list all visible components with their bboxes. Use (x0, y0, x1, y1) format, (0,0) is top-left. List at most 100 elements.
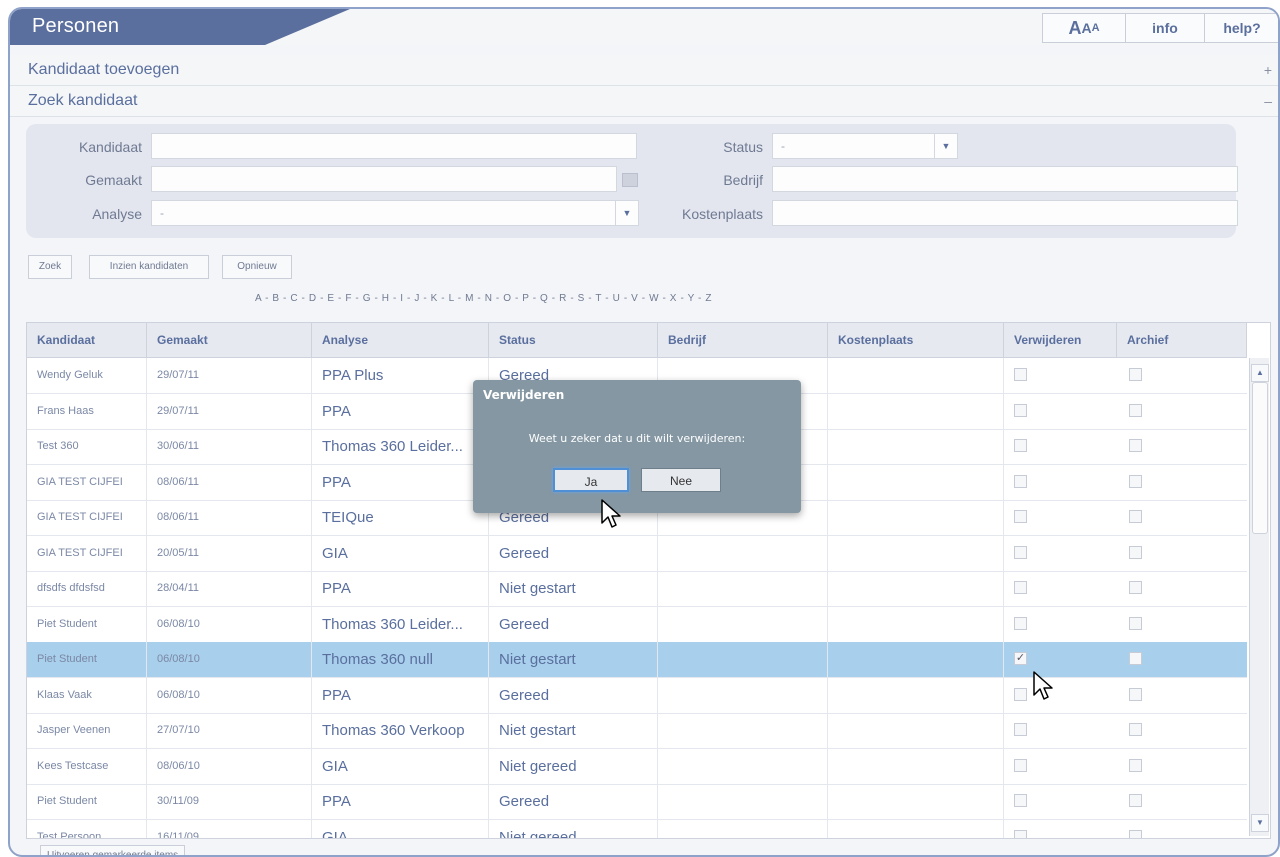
archive-checkbox[interactable] (1129, 368, 1142, 381)
yes-button[interactable]: Ja (553, 468, 629, 492)
table-row[interactable]: Piet Student 06/08/10 Thomas 360 null Niet … (27, 642, 1247, 678)
cell-analyse: GIA (312, 748, 489, 784)
cell-kostenplaats (828, 358, 1004, 393)
column-header-verwijderen[interactable]: Verwijderen (1004, 323, 1117, 357)
archive-checkbox[interactable] (1129, 403, 1142, 417)
table-row[interactable]: Kees Testcase 08/06/10 GIA Niet gereed (27, 748, 1247, 785)
delete-checkbox[interactable] (1014, 545, 1027, 559)
cell-kandidaat: Test 360 (27, 429, 147, 464)
column-header-archief[interactable]: Archief (1117, 323, 1247, 357)
cell-bedrijf (658, 606, 828, 642)
analyse-label: Analyse (92, 206, 142, 222)
archive-checkbox[interactable] (1129, 439, 1142, 452)
status-select[interactable]: - ▼ (772, 133, 958, 159)
scroll-up-icon[interactable]: ▲ (1251, 364, 1269, 382)
help-button[interactable]: help? (1204, 13, 1278, 43)
delete-checkbox[interactable] (1014, 581, 1027, 594)
analyse-select[interactable]: - ▼ (151, 200, 639, 226)
column-header-gemaakt[interactable]: Gemaakt (147, 323, 312, 357)
table-row[interactable]: Test Persoon 16/11/09 GIA Niet gereed (27, 819, 1247, 838)
delete-checkbox[interactable] (1014, 723, 1027, 736)
collapse-icon[interactable]: – (1264, 86, 1272, 116)
font-size-button[interactable]: AAA (1042, 13, 1126, 43)
cell-kostenplaats (828, 677, 1004, 713)
kostenplaats-input[interactable] (772, 200, 1238, 226)
delete-checkbox[interactable] (1014, 403, 1027, 417)
bedrijf-input[interactable] (772, 166, 1238, 192)
delete-checkbox[interactable]: ✓ (1014, 652, 1027, 665)
scroll-thumb[interactable] (1252, 382, 1268, 534)
confirm-delete-dialog: Verwijderen Weet u zeker dat u dit wilt … (473, 380, 801, 513)
scroll-down-icon[interactable]: ▼ (1251, 814, 1269, 832)
status-select-value: - (781, 139, 785, 153)
cell-analyse: GIA (312, 535, 489, 571)
cell-gemaakt: 06/08/10 (147, 606, 312, 642)
section-search-candidate[interactable]: Zoek kandidaat – (10, 86, 1278, 117)
opnieuw-button[interactable]: Opnieuw (222, 255, 292, 279)
cell-gemaakt: 20/05/11 (147, 535, 312, 571)
cell-kandidaat: Frans Haas (27, 393, 147, 429)
cell-kostenplaats (828, 713, 1004, 748)
archive-checkbox[interactable] (1129, 581, 1142, 594)
section-add-candidate[interactable]: Kandidaat toevoegen + (10, 55, 1278, 86)
archive-checkbox[interactable] (1129, 723, 1142, 736)
execute-marked-items-button[interactable]: Uitvoeren gemarkeerde items (40, 845, 186, 855)
cell-gemaakt: 30/06/11 (147, 429, 312, 464)
cell-bedrijf (658, 677, 828, 713)
expand-icon[interactable]: + (1264, 55, 1272, 85)
inzien-kandidaten-button[interactable]: Inzien kandidaten (89, 255, 209, 279)
column-header-bedrijf[interactable]: Bedrijf (658, 323, 828, 357)
vertical-scrollbar[interactable]: ▲ ▼ (1249, 358, 1269, 836)
delete-checkbox[interactable] (1014, 794, 1027, 807)
delete-checkbox[interactable] (1014, 758, 1027, 772)
cell-kostenplaats (828, 571, 1004, 606)
alphabet-filter[interactable]: A - B - C - D - E - F - G - H - I - J - … (255, 293, 712, 304)
archive-checkbox[interactable] (1129, 616, 1142, 630)
delete-checkbox[interactable] (1014, 616, 1027, 630)
cell-bedrijf (658, 784, 828, 819)
table-row[interactable]: Piet Student 30/11/09 PPA Gereed (27, 784, 1247, 820)
table-row[interactable]: dfsdfs dfdsfsd 28/04/11 PPA Niet gestart (27, 571, 1247, 607)
zoek-button[interactable]: Zoek (28, 255, 72, 279)
table-row[interactable]: GIA TEST CIJFEI 20/05/11 GIA Gereed (27, 535, 1247, 572)
column-header-kostenplaats[interactable]: Kostenplaats (828, 323, 1004, 357)
archive-checkbox[interactable] (1129, 474, 1142, 488)
cell-bedrijf (658, 571, 828, 606)
archive-checkbox[interactable] (1129, 829, 1142, 838)
delete-checkbox[interactable] (1014, 474, 1027, 488)
top-buttons: AAA info help? (1042, 13, 1278, 43)
column-header-kandidaat[interactable]: Kandidaat (27, 323, 147, 357)
archive-checkbox[interactable] (1129, 794, 1142, 807)
no-button[interactable]: Nee (641, 468, 721, 492)
column-header-analyse[interactable]: Analyse (312, 323, 489, 357)
gemaakt-input[interactable] (151, 166, 617, 192)
delete-checkbox[interactable] (1014, 439, 1027, 452)
title-bar: Personen AAA info help? (10, 9, 1278, 45)
info-button[interactable]: info (1125, 13, 1205, 43)
delete-checkbox[interactable] (1014, 687, 1027, 701)
table-row[interactable]: Klaas Vaak 06/08/10 PPA Gereed (27, 677, 1247, 714)
kandidaat-input[interactable] (151, 133, 637, 159)
archive-checkbox[interactable] (1129, 510, 1142, 523)
delete-checkbox[interactable] (1014, 510, 1027, 523)
cell-gemaakt: 30/11/09 (147, 784, 312, 819)
status-label: Status (723, 139, 763, 155)
calendar-icon[interactable] (622, 173, 638, 187)
table-row[interactable]: Jasper Veenen 27/07/10 Thomas 360 Verkoop N… (27, 713, 1247, 749)
archive-checkbox[interactable] (1129, 758, 1142, 772)
cell-analyse: PPA (312, 677, 489, 713)
delete-checkbox[interactable] (1014, 829, 1027, 838)
archive-checkbox[interactable] (1129, 545, 1142, 559)
column-header-status[interactable]: Status (489, 323, 658, 357)
archive-checkbox[interactable] (1129, 652, 1142, 665)
cell-bedrijf (658, 713, 828, 748)
analyse-select-value: - (160, 206, 164, 220)
cell-kandidaat: Jasper Veenen (27, 713, 147, 748)
cell-kandidaat: Piet Student (27, 606, 147, 642)
table-row[interactable]: Piet Student 06/08/10 Thomas 360 Leider...… (27, 606, 1247, 643)
kostenplaats-label: Kostenplaats (682, 206, 763, 222)
cell-status: Niet gestart (489, 642, 658, 677)
archive-checkbox[interactable] (1129, 687, 1142, 701)
delete-checkbox[interactable] (1014, 368, 1027, 381)
cell-bedrijf (658, 748, 828, 784)
